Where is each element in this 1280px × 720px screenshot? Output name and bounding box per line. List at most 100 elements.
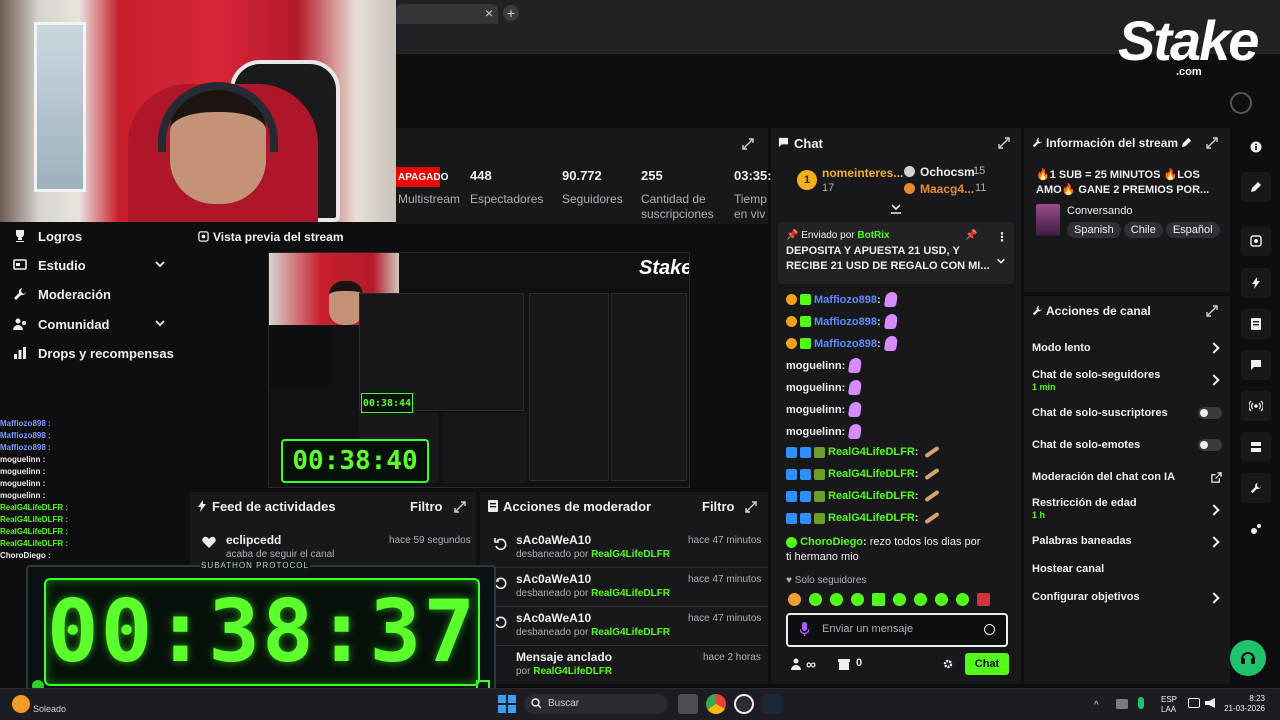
chat-emote-icon[interactable]	[848, 402, 863, 417]
chat-username[interactable]: ChoroDiego	[800, 536, 863, 548]
taskbar-clock[interactable]: 8:23 21-03-2026	[1221, 694, 1265, 714]
category-thumbnail[interactable]	[1036, 204, 1060, 236]
chat-bubble-icon[interactable]	[1241, 350, 1271, 380]
taskbar-search-placeholder[interactable]: Buscar	[548, 698, 579, 709]
emote-icon[interactable]	[935, 593, 948, 606]
obs-icon[interactable]	[734, 694, 754, 714]
action-banned-words[interactable]: Palabras baneadas	[1032, 535, 1132, 547]
chat-emote-icon[interactable]	[924, 511, 941, 525]
chat-emote-icon[interactable]	[848, 380, 863, 395]
top-gifter-name[interactable]: Maacg4...	[920, 182, 974, 196]
feed-filter-button[interactable]: Filtro	[410, 499, 443, 514]
emote-icon[interactable]	[872, 593, 885, 606]
send-chat-button[interactable]: Chat	[965, 653, 1009, 675]
list-icon[interactable]	[1241, 309, 1271, 339]
expand-stats-icon[interactable]	[742, 138, 754, 150]
profile-icon[interactable]	[1230, 92, 1252, 114]
chat-emote-icon[interactable]	[883, 314, 898, 329]
people-icon[interactable]	[790, 658, 802, 670]
expand-icon[interactable]	[745, 501, 757, 513]
expand-icon[interactable]	[454, 501, 466, 513]
gear-icon[interactable]	[942, 658, 954, 670]
action-subs-only[interactable]: Chat de solo-suscriptores	[1032, 407, 1168, 419]
support-headset-icon[interactable]	[1230, 640, 1266, 676]
nav-item-comunidad[interactable]: Comunidad	[12, 314, 182, 334]
wrench-icon[interactable]	[1241, 473, 1271, 503]
chat-username[interactable]: moguelinn	[786, 382, 842, 394]
chat-input-placeholder[interactable]: Enviar un mensaje	[822, 623, 913, 635]
action-followers-only[interactable]: Chat de solo-seguidores 1 min	[1032, 369, 1160, 392]
chrome-icon[interactable]	[706, 694, 726, 714]
chat-username[interactable]: RealG4LifeDLFR	[828, 468, 915, 480]
action-host-channel[interactable]: Hostear canal	[1032, 563, 1104, 575]
tag-pill[interactable]: Chile	[1123, 222, 1163, 238]
mod-row-user[interactable]: sAc0aWeA10	[516, 572, 591, 586]
emote-icon[interactable]	[956, 593, 969, 606]
mod-row-by[interactable]: RealG4LifeDLFR	[591, 549, 670, 560]
chat-emote-icon[interactable]	[848, 358, 863, 373]
chat-username[interactable]: moguelinn	[786, 404, 842, 416]
chevron-down-icon[interactable]	[996, 256, 1006, 266]
tab-close-icon[interactable]: ×	[482, 5, 496, 21]
emote-icon[interactable]	[914, 593, 927, 606]
mod-row-by[interactable]: RealG4LifeDLFR	[591, 588, 670, 599]
weather-label[interactable]: Soleado	[33, 704, 66, 714]
lightning-icon[interactable]	[1241, 268, 1271, 298]
collapse-icon[interactable]	[890, 204, 902, 214]
external-link-icon[interactable]	[1211, 472, 1222, 483]
mod-row-pinned[interactable]: Mensaje anclado	[516, 650, 612, 664]
mod-tools-icon[interactable]	[1241, 432, 1271, 462]
emote-icon[interactable]	[809, 593, 822, 606]
chat-username[interactable]: moguelinn	[786, 360, 842, 372]
action-age-restriction[interactable]: Restricción de edad 1 h	[1032, 497, 1137, 520]
emote-icon[interactable]	[788, 593, 801, 606]
tag-pill[interactable]: Spanish	[1067, 222, 1121, 238]
emote-icon[interactable]	[893, 593, 906, 606]
chat-username[interactable]: RealG4LifeDLFR	[828, 446, 915, 458]
chat-emote-icon[interactable]	[848, 424, 863, 439]
network-icon[interactable]	[1188, 698, 1200, 708]
pinned-sender[interactable]: BotRix	[857, 230, 889, 241]
chat-username[interactable]: moguelinn	[786, 426, 842, 438]
mod-row-by[interactable]: RealG4LifeDLFR	[591, 627, 670, 638]
shop-icon[interactable]	[838, 658, 850, 670]
chat-username[interactable]: Maffiozo898	[814, 338, 877, 350]
mod-row-user[interactable]: sAc0aWeA10	[516, 533, 591, 547]
feed-item-user[interactable]: eclipcedd	[226, 533, 281, 547]
chat-username[interactable]: RealG4LifeDLFR	[828, 490, 915, 502]
stream-preview-video[interactable]: Stake 00:38:44 00:38:40	[268, 252, 690, 488]
mod-row-user[interactable]: sAc0aWeA10	[516, 611, 591, 625]
expand-icon[interactable]	[1206, 137, 1218, 149]
emote-icon[interactable]	[851, 593, 864, 606]
edit-pencil-icon[interactable]	[1181, 137, 1192, 148]
taskbar-search[interactable]	[524, 694, 668, 714]
microphone-icon[interactable]	[800, 622, 809, 636]
edit-icon[interactable]	[1241, 172, 1271, 202]
weather-sun-icon[interactable]	[12, 695, 30, 713]
tray-app-icon[interactable]	[1116, 699, 1128, 709]
subs-only-toggle[interactable]	[1198, 407, 1222, 419]
chat-emote-icon[interactable]	[924, 467, 941, 481]
tag-pill[interactable]: Español	[1165, 222, 1220, 238]
windows-start-icon[interactable]	[498, 695, 516, 713]
action-emotes-only[interactable]: Chat de solo-emotes	[1032, 439, 1140, 451]
nav-item-logros[interactable]: Logros	[12, 226, 82, 246]
chat-username[interactable]: Maffiozo898	[814, 316, 877, 328]
tray-chevron-icon[interactable]: ^	[1094, 700, 1099, 711]
expand-icon[interactable]	[998, 137, 1010, 149]
emotes-only-toggle[interactable]	[1198, 439, 1222, 451]
language-indicator[interactable]: ESP LAA	[1161, 695, 1177, 715]
emote-icon[interactable]	[830, 593, 843, 606]
nav-item-estudio[interactable]: Estudio	[12, 255, 182, 275]
emote-icon[interactable]	[977, 593, 990, 606]
task-view-icon[interactable]	[678, 694, 698, 714]
chat-emote-icon[interactable]	[924, 445, 941, 459]
chat-username[interactable]: Maffiozo898	[814, 294, 877, 306]
pin-icon[interactable]: 📌	[965, 230, 977, 241]
action-ai-moderation[interactable]: Moderación del chat con IA	[1032, 471, 1175, 483]
top-gifter-name[interactable]: nomeinteres...	[822, 166, 903, 180]
top-gifter-name[interactable]: Ochocsm	[920, 165, 975, 179]
expand-icon[interactable]	[1206, 305, 1218, 317]
new-tab-button[interactable]: +	[503, 5, 519, 21]
info-icon[interactable]	[1241, 132, 1271, 162]
